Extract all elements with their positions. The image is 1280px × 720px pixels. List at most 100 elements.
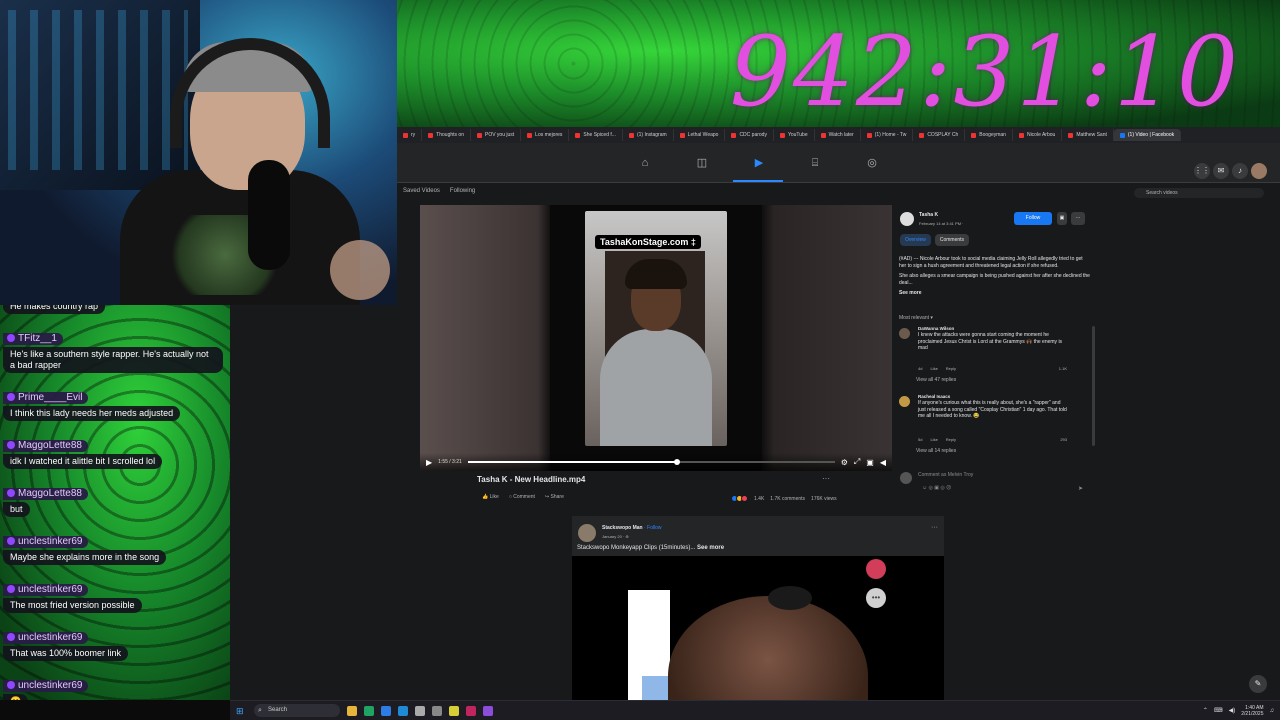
file-explorer-icon[interactable] bbox=[347, 705, 357, 716]
taskbar-clock[interactable]: 1:40 AM 2/21/2025 bbox=[1241, 705, 1263, 717]
friends-icon[interactable]: ◫ bbox=[695, 156, 709, 170]
notes-icon[interactable] bbox=[449, 705, 459, 716]
volume-icon[interactable]: ◀ bbox=[880, 458, 886, 467]
browser-tab[interactable]: Watch later bbox=[815, 129, 861, 141]
tab-following[interactable]: Following bbox=[450, 188, 475, 194]
tab-overview[interactable]: Overview bbox=[900, 234, 931, 246]
like-link[interactable]: Like bbox=[930, 366, 937, 371]
telegram-icon[interactable] bbox=[398, 705, 408, 716]
like-link[interactable]: Like bbox=[930, 437, 937, 442]
progress-knob[interactable] bbox=[673, 459, 680, 465]
see-more-link[interactable]: See more bbox=[899, 290, 1091, 297]
commenter-name[interactable]: Racheal Isaacs bbox=[918, 394, 950, 399]
reaction-count[interactable]: 1.4K bbox=[754, 496, 764, 502]
avatar[interactable] bbox=[899, 328, 910, 339]
chevron-up-icon[interactable]: ⌃ bbox=[1203, 707, 1208, 714]
chat-username[interactable]: unclestinker69 bbox=[3, 584, 89, 596]
settings-gear-icon[interactable]: ⚙ bbox=[841, 458, 848, 467]
comments-scrollbar[interactable] bbox=[1092, 326, 1095, 446]
video-player[interactable]: TashaKonStage.com ‡ ▶ 1:55 / 3:21 ⚙ ⤢ ▣ … bbox=[420, 205, 892, 471]
tab-comments[interactable]: Comments bbox=[934, 234, 970, 246]
view-replies-link[interactable]: View all 47 replies bbox=[916, 377, 956, 383]
avatar[interactable] bbox=[899, 396, 910, 407]
avatar[interactable] bbox=[900, 212, 914, 226]
browser-tab[interactable]: CDC parody bbox=[725, 129, 774, 141]
post-author-name[interactable]: Stackswopo Man bbox=[602, 525, 643, 531]
avatar[interactable] bbox=[578, 524, 596, 542]
send-icon[interactable]: ➤ bbox=[1078, 485, 1083, 492]
browser-tab[interactable]: Nicole Arbou bbox=[1013, 129, 1063, 141]
comment-button[interactable]: ○ Comment bbox=[509, 494, 535, 500]
chat-username[interactable]: Prime____Evil bbox=[3, 392, 89, 404]
menu-icon[interactable]: ⋮⋮ bbox=[1194, 163, 1210, 179]
volume-icon[interactable]: ◀) bbox=[1229, 707, 1236, 714]
author-name[interactable]: Tasha K bbox=[919, 212, 938, 218]
chat-username[interactable]: MaggoLette88 bbox=[3, 488, 88, 500]
browser-tab[interactable]: YouTube bbox=[774, 129, 815, 141]
reply-link[interactable]: Reply bbox=[946, 366, 956, 371]
comment-count[interactable]: 1.7K comments bbox=[770, 496, 805, 502]
chat-bubble-icon[interactable]: ••• bbox=[866, 588, 886, 608]
settings-icon[interactable] bbox=[432, 705, 442, 716]
network-icon[interactable]: ⌨ bbox=[1214, 707, 1223, 714]
browser-tab[interactable]: Thoughts on bbox=[422, 129, 471, 141]
chat-username[interactable]: unclestinker69 bbox=[3, 632, 89, 644]
chat-username[interactable]: unclestinker69 bbox=[3, 536, 89, 548]
browser-tab[interactable]: Lethal Weapo bbox=[674, 129, 726, 141]
comment-tool-icons[interactable]: ☺ ◎ ▣ ◎ ☹ bbox=[922, 485, 951, 491]
post-date[interactable]: February 14 at 3:41 PM · bbox=[919, 221, 963, 226]
comment-input[interactable]: Comment as Melvin Troy bbox=[918, 472, 973, 478]
post-video[interactable]: ••• bbox=[572, 556, 944, 716]
browser-tab[interactable]: Matthew Sant bbox=[1062, 129, 1114, 141]
browser-tab[interactable]: (1) Video | Facebook bbox=[1113, 129, 1182, 141]
fullscreen-icon[interactable]: ⤢ bbox=[854, 457, 860, 467]
browser-tab[interactable]: She Spiced f... bbox=[569, 129, 623, 141]
video-more-button[interactable]: ··· bbox=[822, 474, 830, 483]
browser-tab[interactable]: Boogeyman bbox=[965, 129, 1013, 141]
follow-button[interactable]: Follow bbox=[1014, 212, 1052, 225]
chat-username[interactable]: unclestinker69 bbox=[3, 680, 89, 692]
browser-tab[interactable]: (1) Home - Tw bbox=[861, 129, 914, 141]
see-more-link[interactable]: See more bbox=[695, 545, 724, 551]
browser-tab[interactable]: (1) Instagram bbox=[623, 129, 674, 141]
watch-icon[interactable]: ▶ bbox=[752, 156, 766, 170]
browser-tab[interactable]: Los mejores bbox=[521, 129, 570, 141]
share-button[interactable]: ↪ Share bbox=[545, 494, 564, 500]
home-icon[interactable]: ⌂ bbox=[638, 156, 652, 170]
follow-link[interactable]: · Follow bbox=[643, 525, 662, 531]
comment-sort-dropdown[interactable]: Most relevant ▾ bbox=[899, 315, 933, 321]
messenger-icon[interactable]: ✉ bbox=[1213, 163, 1229, 179]
play-icon[interactable]: ▶ bbox=[426, 458, 432, 467]
notification-bell-icon[interactable]: ♫ bbox=[1270, 708, 1275, 714]
browser-tab[interactable]: POV you just bbox=[471, 129, 522, 141]
store-icon[interactable] bbox=[381, 705, 391, 716]
reply-link[interactable]: Reply bbox=[946, 437, 956, 442]
app-icon[interactable] bbox=[415, 705, 425, 716]
chrome-icon[interactable] bbox=[364, 705, 374, 716]
obs-icon[interactable] bbox=[466, 705, 476, 716]
like-button[interactable]: 👍 Like bbox=[482, 494, 499, 500]
chat-username[interactable]: MaggoLette88 bbox=[3, 440, 88, 452]
chat-username[interactable]: TFitz__1 bbox=[3, 333, 63, 345]
heart-reaction-icon[interactable] bbox=[866, 559, 886, 579]
more-options-button[interactable]: ··· bbox=[931, 524, 938, 531]
groups-icon[interactable]: ◎ bbox=[865, 156, 879, 170]
miniplayer-icon[interactable]: ▣ bbox=[866, 458, 874, 467]
more-options-button[interactable]: ··· bbox=[1071, 212, 1085, 225]
notifications-icon[interactable]: ♪ bbox=[1232, 163, 1248, 179]
browser-tab[interactable]: ry bbox=[397, 129, 423, 141]
browser-tab[interactable]: COSPLAY Ch bbox=[913, 129, 966, 141]
commenter-name[interactable]: DaWanna Wilson bbox=[918, 326, 954, 331]
taskbar-search[interactable]: Search bbox=[254, 704, 340, 717]
twitch-icon[interactable] bbox=[483, 705, 493, 716]
tab-saved-videos[interactable]: Saved Videos bbox=[403, 188, 440, 194]
search-videos-input[interactable]: Search videos bbox=[1134, 188, 1264, 198]
post-date[interactable]: January 20 · ⊕ bbox=[602, 534, 629, 539]
profile-avatar[interactable] bbox=[1251, 163, 1267, 179]
save-button[interactable]: ▣ bbox=[1057, 212, 1067, 225]
marketplace-icon[interactable]: ⌸ bbox=[808, 156, 822, 170]
edit-icon[interactable]: ✎ bbox=[1249, 675, 1267, 693]
video-progress-bar[interactable] bbox=[467, 459, 835, 465]
windows-start-icon[interactable]: ⊞ bbox=[236, 706, 246, 716]
view-replies-link[interactable]: View all 14 replies bbox=[916, 448, 956, 454]
